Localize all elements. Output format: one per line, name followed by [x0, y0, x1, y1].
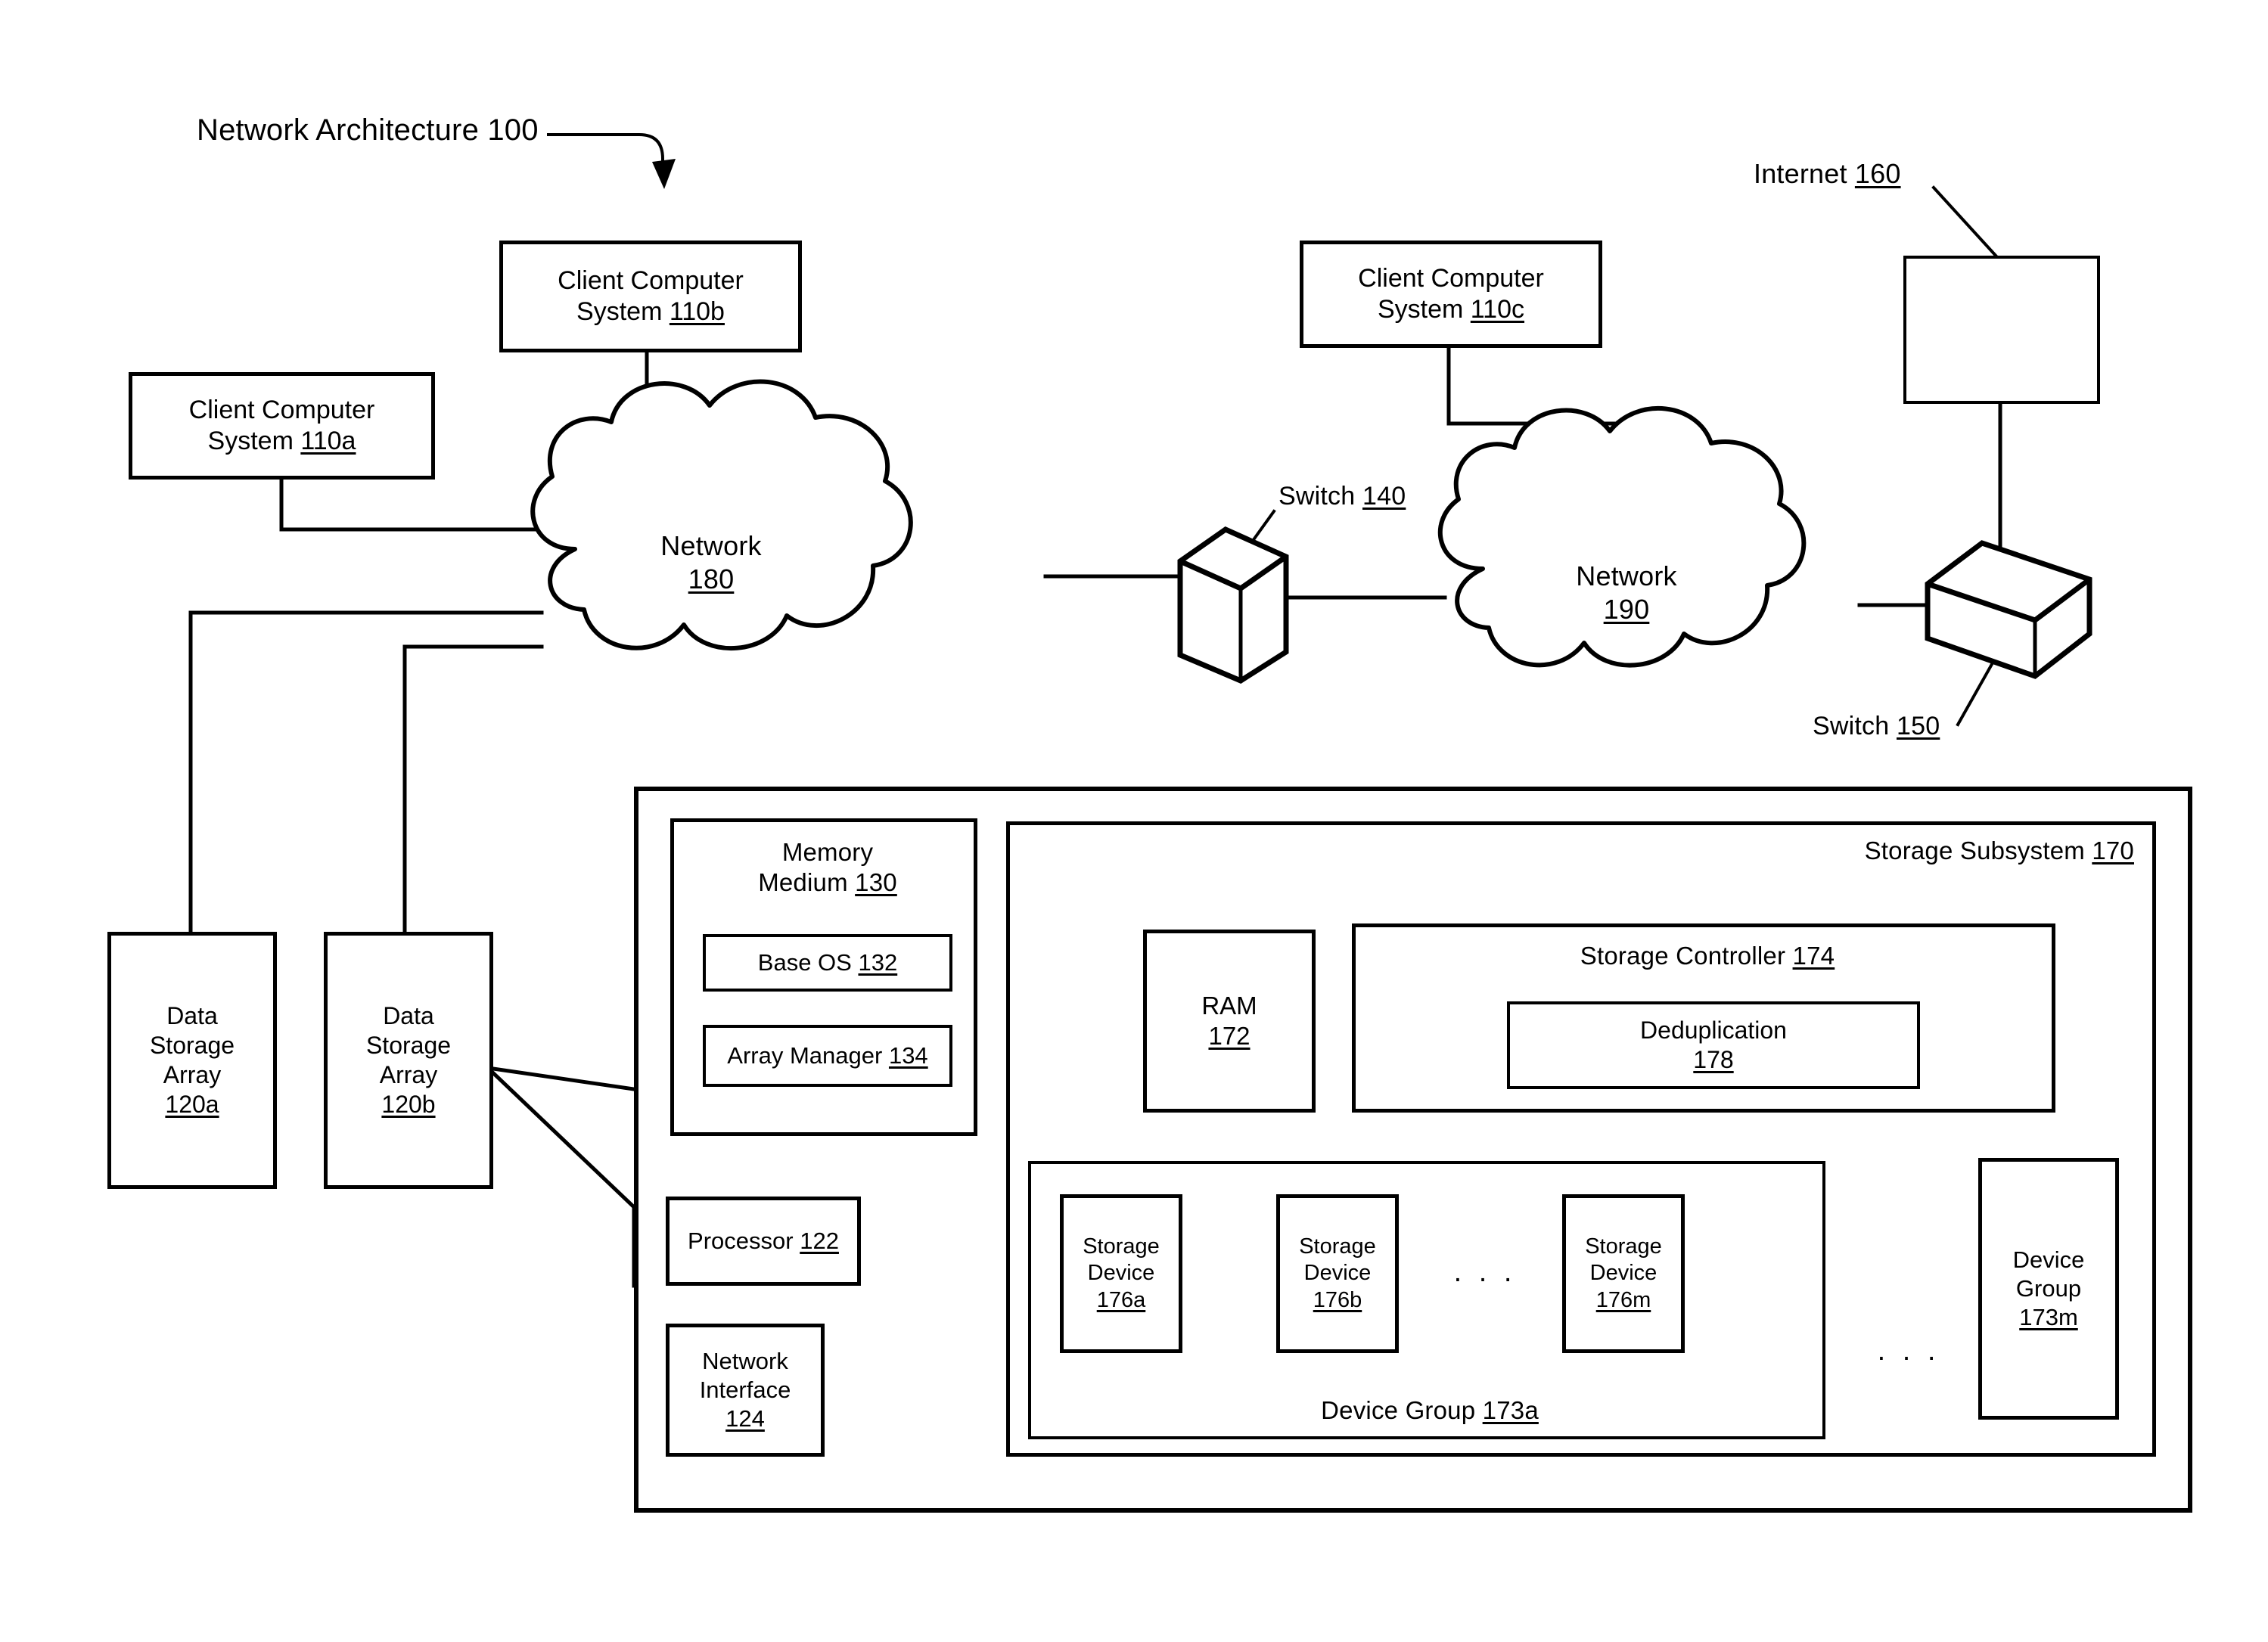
- network-180-ref: 180: [688, 563, 735, 594]
- switch-150-icon: [1925, 540, 2092, 679]
- storage-controller-174[interactable]: Storage Controller 174 Deduplication 178: [1352, 923, 2055, 1113]
- network-interface-124-ref: 124: [725, 1405, 765, 1432]
- array-120a-line3: Array: [163, 1061, 222, 1088]
- device-group-173a-ref: 173a: [1482, 1395, 1539, 1424]
- client-computer-system-110b[interactable]: Client Computer System 110b: [499, 241, 802, 352]
- client-110b-line2: System: [576, 297, 663, 326]
- client-110a-ref: 110a: [300, 427, 356, 455]
- switch-150-ref: 150: [1897, 712, 1940, 740]
- client-110a-line2: System: [207, 427, 294, 455]
- client-110b-ref: 110b: [669, 297, 725, 326]
- array-120a-line2: Storage: [149, 1031, 235, 1059]
- switch-140-icon: [1177, 526, 1289, 684]
- title-leader-line: [547, 133, 664, 180]
- client-computer-system-110c[interactable]: Client Computer System 110c: [1300, 241, 1602, 348]
- switch-140-label: Switch 140: [1278, 482, 1406, 511]
- array-120a-line1: Data: [166, 1001, 218, 1029]
- client-110a-line1: Client Computer: [188, 395, 375, 424]
- network-interface-124[interactable]: Network Interface 124: [666, 1324, 825, 1457]
- array-120a-ref: 120a: [165, 1091, 219, 1119]
- device-group-173m[interactable]: Device Group 173m: [1978, 1158, 2119, 1420]
- client-110c-line1: Client Computer: [1358, 263, 1544, 293]
- deduplication-178-ref: 178: [1693, 1046, 1734, 1073]
- leader-120b-to-processor-area: [485, 1065, 636, 1288]
- switch-140-ref: 140: [1362, 482, 1406, 511]
- storage-device-176b[interactable]: Storage Device 176b: [1276, 1194, 1399, 1353]
- line-110a-to-network180: [279, 477, 544, 532]
- processor-122-ref: 122: [800, 1228, 839, 1255]
- network-180-label: Network 180: [660, 530, 762, 594]
- array-120b-line1: Data: [383, 1001, 434, 1029]
- switch-150-label: Switch 150: [1813, 712, 1940, 740]
- array-manager-134[interactable]: Array Manager 134: [703, 1025, 952, 1087]
- deduplication-178[interactable]: Deduplication 178: [1507, 1001, 1920, 1089]
- device-group-173a-label: Device Group 173a: [1321, 1395, 1539, 1424]
- storage-controller-174-ref: 174: [1792, 942, 1835, 970]
- client-110b-line1: Client Computer: [558, 265, 744, 295]
- storage-subsystem-170-ref: 170: [2092, 837, 2134, 864]
- memory-medium-130-label: Memory Medium 130: [758, 838, 897, 897]
- array-120b-ref: 120b: [381, 1091, 436, 1119]
- storage-device-176m-ref: 176m: [1595, 1287, 1651, 1312]
- internet-160-label: Internet 160: [1754, 158, 1901, 189]
- array-manager-134-ref: 134: [888, 1042, 928, 1069]
- data-storage-array-120a[interactable]: Data Storage Array 120a: [107, 932, 277, 1189]
- client-110c-ref: 110c: [1470, 295, 1525, 324]
- base-os-132-ref: 132: [858, 949, 898, 976]
- client-computer-system-110a[interactable]: Client Computer System 110a: [129, 372, 435, 480]
- network-cloud-180-shape: [530, 379, 913, 651]
- array-120b-line2: Storage: [365, 1031, 452, 1059]
- ram-172-ref: 172: [1208, 1022, 1251, 1050]
- leader-internet160-label: [1931, 185, 1999, 259]
- network-190-label: Network 190: [1576, 560, 1677, 625]
- storage-subsystem-170-label: Storage Subsystem 170: [1864, 837, 2134, 864]
- patent-figure-canvas: Network Architecture 100 Client Computer…: [0, 0, 2268, 1642]
- client-110c-line2: System: [1377, 295, 1464, 324]
- network-cloud-190-shape: [1437, 405, 1807, 668]
- data-storage-array-120b[interactable]: Data Storage Array 120b: [324, 932, 493, 1189]
- ram-172[interactable]: RAM 172: [1143, 930, 1316, 1113]
- storage-device-ellipsis: . . .: [1453, 1256, 1517, 1288]
- memory-medium-130-ref: 130: [855, 868, 897, 897]
- device-group-173a: Storage Device 176a Storage Device 176b …: [1028, 1161, 1825, 1439]
- processor-122[interactable]: Processor 122: [666, 1197, 861, 1286]
- title-arrowhead: [652, 159, 676, 189]
- internet-160-ref: 160: [1854, 158, 1901, 189]
- array-120b-line3: Array: [379, 1061, 438, 1088]
- device-group-ellipsis: . . .: [1877, 1335, 1940, 1367]
- storage-device-176m[interactable]: Storage Device 176m: [1562, 1194, 1685, 1353]
- figure-title: Network Architecture 100: [197, 113, 539, 147]
- storage-device-176a-ref: 176a: [1096, 1287, 1146, 1312]
- memory-medium-130[interactable]: Memory Medium 130 Base OS 132 Array Mana…: [670, 818, 977, 1136]
- device-group-173m-ref: 173m: [2019, 1303, 2078, 1330]
- storage-controller-174-label: Storage Controller 174: [1580, 942, 1835, 970]
- line-120a-to-network180: [188, 610, 544, 934]
- base-os-132[interactable]: Base OS 132: [703, 934, 952, 992]
- storage-device-176a[interactable]: Storage Device 176a: [1060, 1194, 1182, 1353]
- internet-160-box[interactable]: [1903, 256, 2100, 404]
- network-190-ref: 190: [1603, 593, 1650, 625]
- line-120b-to-network180: [402, 644, 544, 934]
- storage-subsystem-170: Storage Subsystem 170 RAM 172 Storage Co…: [1006, 821, 2156, 1457]
- storage-device-176b-ref: 176b: [1313, 1287, 1362, 1312]
